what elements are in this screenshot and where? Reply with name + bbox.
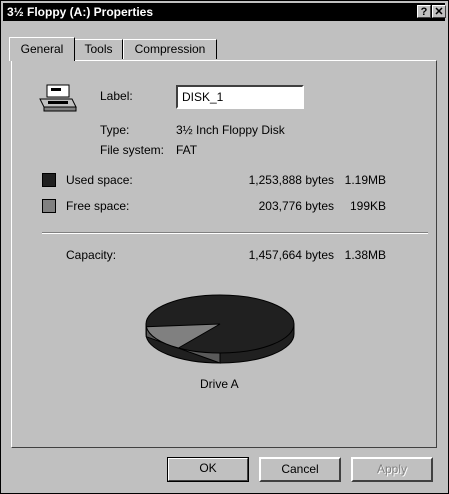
free-space-short: 199KB — [349, 199, 386, 213]
help-button[interactable]: ? — [417, 5, 431, 18]
label-caption: Label: — [100, 89, 133, 103]
drive-caption: Drive A — [200, 377, 239, 391]
ok-button[interactable]: OK — [167, 457, 249, 482]
apply-button-label: Apply — [376, 462, 408, 476]
apply-button[interactable]: Apply — [351, 457, 433, 482]
free-space-caption: Free space: — [66, 199, 130, 213]
tab-tools[interactable]: Tools — [74, 39, 123, 59]
label-input[interactable]: DISK_1 — [176, 85, 304, 109]
free-space-bytes: 203,776 bytes — [258, 199, 334, 213]
general-panel: Label: DISK_1 Type: 3½ Inch Floppy Disk … — [11, 60, 437, 448]
used-space-swatch — [42, 173, 56, 187]
close-button[interactable]: ✕ — [432, 5, 446, 18]
title-bar[interactable]: 3½ Floppy (A:) Properties ? ✕ — [3, 3, 446, 21]
separator — [42, 232, 428, 234]
capacity-caption: Capacity: — [66, 248, 117, 262]
used-space-short: 1.19MB — [344, 173, 386, 187]
properties-dialog: 3½ Floppy (A:) Properties ? ✕ General To… — [0, 0, 449, 494]
used-space-bytes: 1,253,888 bytes — [248, 173, 334, 187]
cancel-button[interactable]: Cancel — [259, 457, 341, 482]
tab-general[interactable]: General — [9, 37, 75, 61]
capacity-short: 1.38MB — [344, 248, 386, 262]
type-value: 3½ Inch Floppy Disk — [176, 123, 285, 137]
type-caption: Type: — [100, 123, 130, 137]
used-space-caption: Used space: — [66, 173, 133, 187]
ok-button-label: OK — [199, 461, 217, 475]
free-space-swatch — [42, 199, 56, 213]
file-system-caption: File system: — [100, 143, 165, 157]
file-system-value: FAT — [176, 143, 198, 157]
capacity-bytes: 1,457,664 bytes — [248, 248, 334, 262]
disk-usage-pie — [145, 294, 295, 364]
floppy-drive-icon — [39, 84, 77, 112]
window-title: 3½ Floppy (A:) Properties — [7, 5, 154, 19]
tab-compression[interactable]: Compression — [123, 39, 217, 59]
cancel-button-label: Cancel — [281, 462, 319, 476]
